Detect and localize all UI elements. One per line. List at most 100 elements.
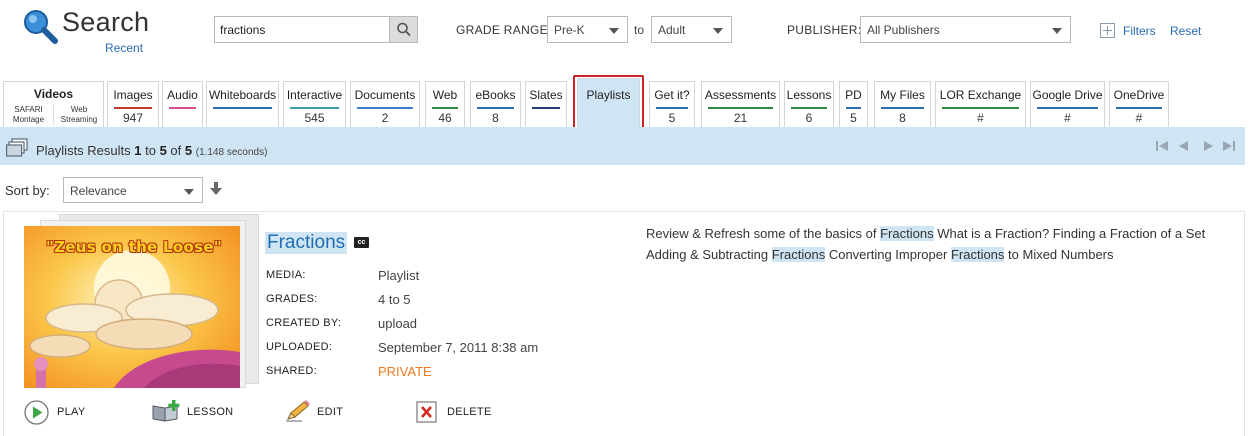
tab-ebooks[interactable]: eBooks 8 [470,81,521,127]
publisher-value: All Publishers [867,23,940,37]
tab-label: Lessons [786,88,832,102]
tab-label: Slates [529,88,563,102]
tab-playlists[interactable]: Playlists [577,78,640,130]
tab-videos-safari-montage[interactable]: SAFARI Montage [4,105,54,125]
grade-to-select[interactable]: Adult [651,16,732,43]
tab-my-files[interactable]: My Files 8 [874,81,931,127]
tab-documents[interactable]: Documents 2 [350,81,420,127]
tab-assessments[interactable]: Assessments 21 [701,81,780,127]
result-title[interactable]: Fractions [265,232,348,254]
lesson-label: LESSON [187,406,234,418]
tab-lor-exchange[interactable]: LOR Exchange # [935,81,1026,127]
results-bar: Playlists Results 1 to 5 of 5 (1.148 sec… [0,127,1245,165]
tab-label: Audio [167,88,198,102]
last-page-icon[interactable] [1222,140,1236,152]
delete-x-icon [416,401,437,423]
tab-label: LOR Exchange [939,88,1022,102]
tab-pd[interactable]: PD 5 [839,81,868,127]
reset-link[interactable]: Reset [1170,24,1201,38]
tab-onedrive[interactable]: OneDrive # [1109,81,1169,127]
recent-link[interactable]: Recent [105,41,143,55]
meta-grades-label: GRADES: [266,293,318,305]
filters-link[interactable]: Filters [1123,24,1156,38]
tab-images[interactable]: Images 947 [107,81,159,127]
delete-label: DELETE [447,406,492,418]
tab-lessons[interactable]: Lessons 6 [784,81,834,127]
play-label: PLAY [57,406,86,418]
tab-slates[interactable]: Slates [525,81,567,127]
tab-interactive[interactable]: Interactive 545 [283,81,346,127]
next-page-icon[interactable] [1201,140,1215,152]
meta-created-by-label: CREATED BY: [266,317,342,329]
results-to: 5 [159,143,167,158]
tab-count: # [1135,111,1143,125]
results-to-word: to [141,143,160,158]
search-box [214,16,418,43]
meta-media-value: Playlist [378,268,420,283]
desc-highlight: Fractions [771,247,826,262]
tab-label: eBooks [475,88,516,102]
tab-count: 6 [805,111,813,125]
tab-label: Assessments [704,88,777,102]
chevron-down-icon [609,28,619,34]
search-button[interactable] [389,17,417,42]
thumbnail-caption: "Zeus on the Loose" [46,238,222,256]
tab-underline [169,107,196,109]
tab-web[interactable]: Web 46 [425,81,465,127]
tab-count: 545 [304,111,325,125]
tab-label: Interactive [286,88,343,102]
play-button[interactable]: PLAY [24,398,94,426]
result-description: Review & Refresh some of the basics of F… [646,223,1206,265]
result-thumbnail[interactable]: "Zeus on the Loose" [24,226,240,388]
results-total: 5 [184,143,193,158]
tab-audio[interactable]: Audio [162,81,203,127]
grade-from-select[interactable]: Pre-K [547,16,628,43]
tab-label: Google Drive [1032,88,1103,102]
search-logo-icon [24,10,58,44]
tab-count: # [1064,111,1071,125]
tab-underline [432,107,458,109]
tab-whiteboards[interactable]: Whiteboards [206,81,279,127]
chevron-down-icon [713,28,723,34]
tab-underline [532,107,560,109]
pencil-edit-icon [286,400,310,422]
grade-to-value: Adult [658,23,686,37]
desc-text: Converting Improper [825,247,951,262]
play-icon [24,400,49,425]
tab-count: 947 [122,111,144,125]
sort-select[interactable]: Relevance [63,177,203,203]
edit-button[interactable]: EDIT [285,398,355,426]
tab-underline [656,107,688,109]
add-to-lesson-button[interactable]: LESSON [152,398,238,426]
tab-count: 46 [438,111,452,125]
tab-underline [357,107,413,109]
tab-underline [114,107,152,109]
tab-videos[interactable]: Videos SAFARI Montage Web Streaming [3,81,104,127]
tab-google-drive[interactable]: Google Drive # [1030,81,1105,127]
tab-videos-web-streaming[interactable]: Web Streaming [54,105,104,125]
results-of-word: of [166,143,185,158]
tab-underline [846,107,861,109]
sort-direction-arrow-icon[interactable] [210,182,222,196]
search-input[interactable] [215,17,391,42]
prev-page-icon[interactable] [1177,140,1191,152]
tab-underline [1116,107,1162,109]
filters-plus-icon[interactable] [1100,23,1115,38]
results-prefix: Playlists Results [36,143,135,158]
delete-button[interactable]: DELETE [416,398,496,426]
lesson-book-add-icon [152,400,180,422]
tab-label: Get it? [654,88,690,102]
edit-label: EDIT [317,406,344,418]
first-page-icon[interactable] [1155,140,1169,152]
tab-label: Whiteboards [208,88,277,102]
closed-caption-icon: cc [354,237,369,248]
meta-shared-value: PRIVATE [378,364,432,379]
tab-underline [942,107,1019,109]
tab-underline [1037,107,1098,109]
publisher-select[interactable]: All Publishers [860,16,1071,43]
tab-count: 5 [850,111,857,125]
tab-get-it[interactable]: Get it? 5 [649,81,695,127]
tab-underline [881,107,924,109]
grade-range-label: GRADE RANGE: [456,23,552,37]
tab-count: 8 [492,111,499,125]
